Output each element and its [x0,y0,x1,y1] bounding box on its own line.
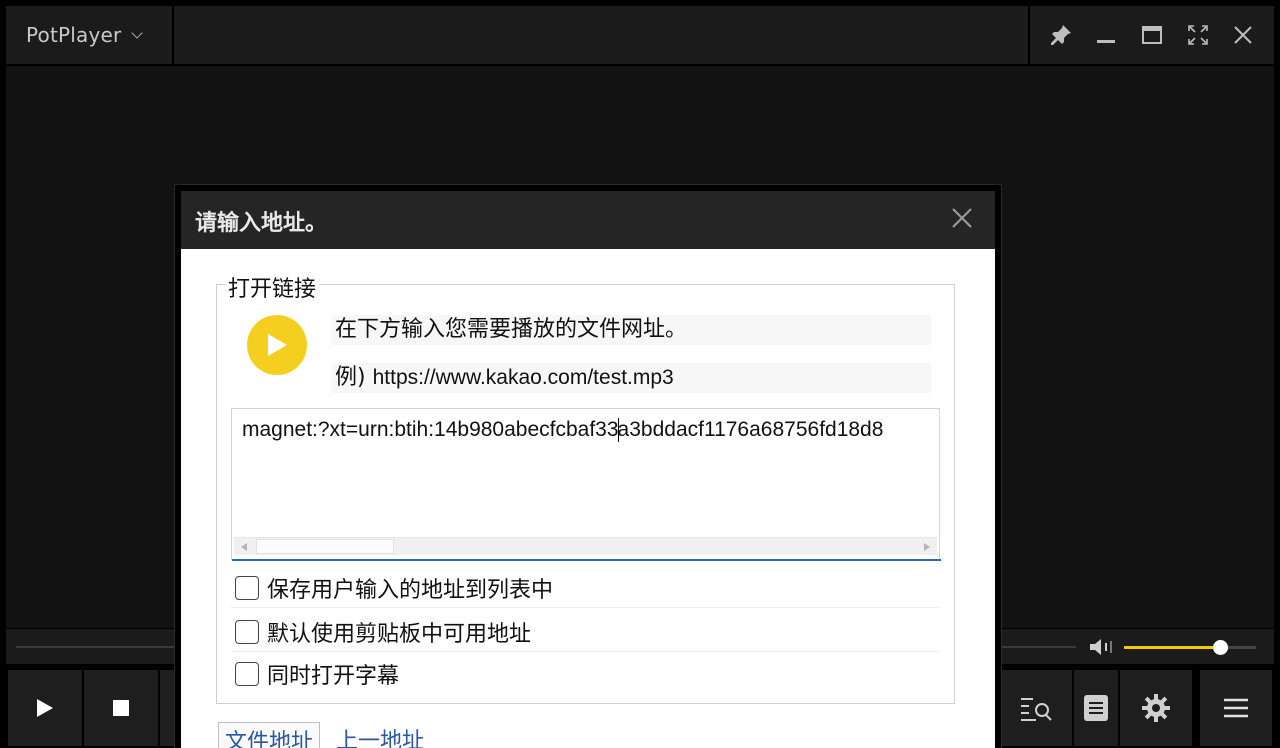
tab-file-address[interactable]: 文件地址 [218,722,321,748]
instruction-text: 在下方输入您需要播放的文件网址。 [331,315,931,345]
play-badge [247,315,307,375]
scroll-right-arrow[interactable] [921,541,933,553]
maximize-icon [1141,26,1162,44]
play-icon [268,334,287,356]
url-input[interactable]: magnet:?xt=urn:btih:14b980abecfcbaf33a3b… [231,408,941,561]
volume-level-fill [1124,646,1221,649]
bottom-tabs: 文件地址 上一地址 [216,722,955,748]
maximize-button[interactable] [1135,18,1169,52]
example-text: 例) https://www.kakao.com/test.mp3 [331,363,931,393]
play-icon [37,699,53,717]
minimize-icon [1097,40,1116,43]
url-value-start: magnet:?xt=urn:btih:14b980abecfcbaf33 [242,418,619,441]
minimize-button[interactable] [1089,18,1123,52]
triangle-right-icon [924,543,930,551]
pin-icon [1050,25,1071,45]
fullscreen-icon [1187,25,1208,45]
close-button[interactable] [1226,18,1260,52]
scroll-left-arrow[interactable] [238,541,250,553]
settings-button[interactable] [1120,670,1192,746]
playlist-icon [1084,695,1108,721]
instruction-label: 在下方输入您需要播放的文件网址。 [335,317,688,342]
open-url-dialog: 请输入地址。 打开链接 在下方输入您需要播放的文件网址。 例) https://… [175,185,1001,748]
settings-gear-icon [1142,694,1170,722]
title-bar: PotPlayer [0,0,1280,66]
dialog-title-bar: 请输入地址。 [181,191,995,249]
option-save-to-list[interactable]: 保存用户输入的地址到列表中 [231,568,940,608]
app-title: PotPlayer [26,23,122,47]
dialog-title: 请输入地址。 [195,211,328,236]
fullscreen-button[interactable] [1181,18,1215,52]
option-open-subtitles[interactable]: 同时打开字幕 [231,654,940,694]
chevron-down-icon [131,27,144,39]
checkbox[interactable] [235,575,259,600]
playlist-search-icon [1021,698,1052,721]
example-url: https://www.kakao.com/test.mp3 [372,366,674,389]
url-value-end: a3bddacf1176a68756fd18d8 [617,418,884,441]
group-label: 打开链接 [225,271,320,303]
focus-underline [232,559,941,561]
volume-icon[interactable] [1088,637,1116,657]
example-prefix: 例) [335,365,366,390]
checkbox[interactable] [235,619,259,644]
triangle-left-icon [241,543,247,551]
option-label: 同时打开字幕 [267,664,400,689]
dialog-body: 打开链接 在下方输入您需要播放的文件网址。 例) https://www.kak… [181,249,995,748]
hamburger-menu-icon [1224,698,1248,718]
option-label: 默认使用剪贴板中可用地址 [267,621,532,647]
checkbox[interactable] [235,662,259,686]
stop-icon [113,700,129,716]
volume-knob[interactable] [1213,640,1229,655]
close-icon [1234,26,1252,44]
pin-button[interactable] [1044,18,1078,52]
tab-previous-address[interactable]: 上一地址 [330,722,430,748]
volume-slider[interactable] [1124,640,1256,655]
playlist-button[interactable] [1074,670,1118,746]
horizontal-scrollbar[interactable] [234,537,937,555]
stop-button[interactable] [84,670,158,746]
scrollbar-thumb[interactable] [256,539,394,554]
window-controls [1028,6,1274,64]
playlist-search-button[interactable] [1000,670,1072,746]
dialog-close-icon[interactable] [947,203,977,233]
open-link-group: 打开链接 在下方输入您需要播放的文件网址。 例) https://www.kak… [216,271,955,704]
app-menu-button[interactable]: PotPlayer [6,6,174,64]
play-button[interactable] [8,670,82,746]
option-label: 保存用户输入的地址到列表中 [267,577,554,603]
main-menu-button[interactable] [1200,670,1272,746]
option-use-clipboard[interactable]: 默认使用剪贴板中可用地址 [231,612,940,652]
url-input-value: magnet:?xt=urn:btih:14b980abecfcbaf33a3b… [242,415,930,445]
